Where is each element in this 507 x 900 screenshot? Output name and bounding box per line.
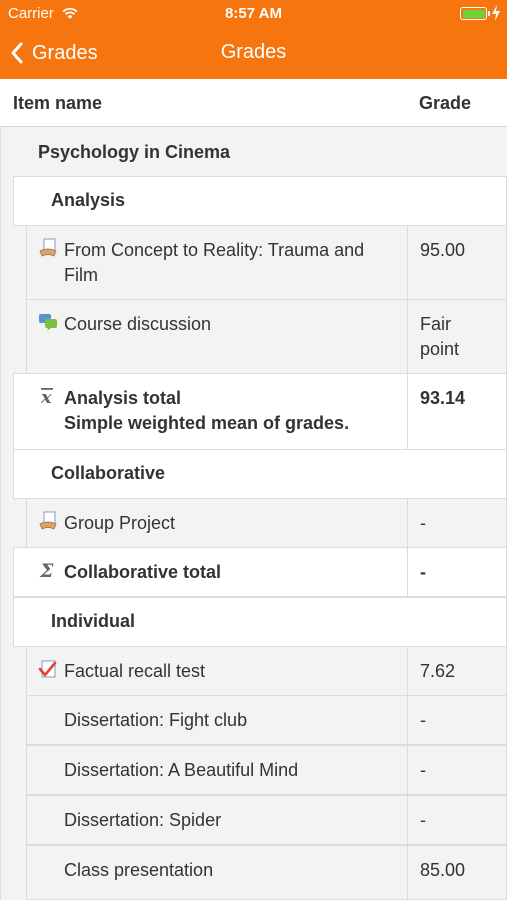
column-header-item-name: Item name — [13, 93, 103, 113]
category-total-row: Σ Collaborative total - — [13, 547, 507, 597]
category-row-individual: Individual — [13, 597, 507, 647]
grade-item-name: Factual recall test — [64, 661, 206, 681]
grade-item-row[interactable]: Class presentation 85.00 — [26, 845, 507, 900]
grade-value: 95.00 — [420, 240, 466, 260]
grade-item-name: Dissertation: Fight club — [64, 710, 248, 730]
navigation-bar: Grades Grades — [0, 28, 507, 79]
grade-value: - — [420, 710, 426, 730]
assignment-icon — [39, 511, 57, 530]
status-bar: Carrier 8:57 AM — [0, 0, 507, 28]
page-title: Grades — [220, 41, 287, 63]
grade-item-name: Dissertation: A Beautiful Mind — [64, 760, 299, 780]
grade-item-row[interactable]: Dissertation: A Beautiful Mind - — [26, 745, 507, 795]
category-total-subtitle: Simple weighted mean of grades. — [64, 413, 350, 433]
grade-item-row[interactable]: Group Project - — [26, 498, 507, 548]
course-title: Psychology in Cinema — [38, 142, 231, 162]
grade-item-name: Group Project — [64, 513, 176, 533]
grade-item-row[interactable]: Dissertation: Fight club - — [26, 695, 507, 745]
category-title: Analysis — [51, 190, 126, 210]
grade-value: 7.62 — [420, 661, 456, 681]
category-total-name: Analysis total — [64, 388, 182, 408]
grade-item-name: Course discussion — [64, 314, 212, 334]
category-total-name: Collaborative total — [64, 562, 222, 582]
forum-icon — [39, 314, 57, 331]
battery-icon — [460, 7, 490, 20]
grade-item-name: Dissertation: Spider — [64, 810, 222, 830]
grade-value: Fair point — [420, 314, 460, 359]
svg-text:Σ: Σ — [39, 560, 54, 580]
grade-value: - — [420, 810, 426, 830]
category-total-row: x Analysis total Simple weighted mean of… — [13, 373, 507, 450]
svg-text:x: x — [40, 387, 52, 406]
grade-item-name: From Concept to Reality: Trauma and Film — [64, 240, 365, 285]
category-total-grade: 93.14 — [420, 388, 466, 408]
assignment-icon — [39, 238, 57, 257]
grade-item-row[interactable]: Course discussion Fair point — [26, 299, 507, 374]
sum-icon: Σ — [39, 560, 54, 580]
category-row-collaborative: Collaborative — [13, 449, 507, 499]
grades-table: Psychology in Cinema Analysis From Conce… — [0, 127, 507, 900]
mean-icon: x — [40, 387, 53, 406]
category-total-grade: - — [420, 562, 426, 582]
grade-item-row[interactable]: From Concept to Reality: Trauma and Film… — [26, 225, 507, 300]
grade-item-row[interactable]: Dissertation: Spider - — [26, 795, 507, 845]
grade-item-name: Class presentation — [64, 860, 214, 880]
category-title: Collaborative — [51, 463, 166, 483]
top-bar: Carrier 8:57 AM Grades Grades — [0, 0, 507, 79]
charging-bolt-icon — [492, 5, 500, 21]
grade-value: - — [420, 760, 426, 780]
table-header: Item name Grade — [0, 79, 507, 127]
grade-value: - — [420, 513, 426, 533]
grade-value: 85.00 — [420, 860, 466, 880]
column-header-grade: Grade — [419, 93, 472, 113]
status-time: 8:57 AM — [225, 5, 282, 22]
category-title: Individual — [51, 611, 136, 631]
quiz-icon — [38, 660, 57, 678]
grade-item-row[interactable]: Factual recall test 7.62 — [26, 646, 507, 696]
category-row-analysis: Analysis — [13, 176, 507, 226]
